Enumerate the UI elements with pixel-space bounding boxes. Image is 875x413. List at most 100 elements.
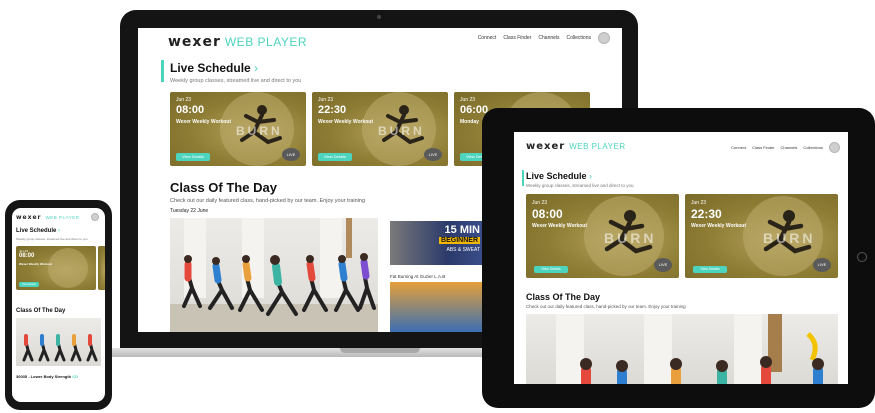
thumb-duration: 15 MIN: [444, 224, 480, 236]
brand-name: wexer: [168, 34, 221, 50]
card-art-text: BURN: [763, 230, 816, 246]
card-art: [48, 248, 88, 288]
card-class-name: Wexer Weekly Workout: [176, 119, 232, 125]
class-of-day-subtitle: Check out our daily featured class, hand…: [526, 304, 686, 309]
thumb-caption: Fat Burning At Guzier L.A.B: [390, 274, 446, 279]
phone-screen: wexer WEB PLAYER Live Schedule › Weekly …: [12, 208, 105, 402]
view-details-button[interactable]: View Details: [534, 266, 568, 273]
nav-channels[interactable]: Channels: [781, 145, 798, 150]
card-time: 22:30: [691, 207, 722, 221]
app-logo[interactable]: wexer WEB PLAYER: [526, 141, 626, 152]
nav-connect[interactable]: Connect: [478, 35, 497, 41]
card-date: Jun 23: [691, 200, 707, 206]
live-schedule-title-text: Live Schedule: [170, 61, 251, 75]
app-logo[interactable]: wexer WEB PLAYER: [16, 214, 79, 221]
featured-class-video[interactable]: [526, 314, 838, 384]
web-player-app: wexer WEB PLAYER Connect Class Finder Ch…: [514, 132, 848, 384]
live-schedule-title[interactable]: Live Schedule ›: [170, 61, 258, 75]
card-time: 08:00: [19, 253, 35, 259]
class-of-day-title[interactable]: Class Of The Day: [526, 292, 600, 302]
live-class-card[interactable]: BURN Jun 23 22:30 Wexer Weekly Workout V…: [685, 194, 838, 278]
class-thumbnail[interactable]: 15 MIN BEGINNER ABS & SWEAT: [390, 221, 486, 265]
view-details-button[interactable]: View Details: [318, 153, 352, 161]
web-player-app: wexer WEB PLAYER Live Schedule › Weekly …: [12, 208, 105, 402]
chevron-right-icon: ›: [58, 228, 61, 234]
live-schedule-subtitle: Weekly group classes, streamed live and …: [526, 183, 634, 188]
card-date: Jun 23: [176, 97, 192, 103]
class-of-day-subtitle: Check out our daily featured class, hand…: [170, 198, 366, 204]
class-of-day-date: Tuesday 22 June: [170, 208, 209, 214]
thumb-level: BEGINNER: [439, 237, 480, 244]
live-schedule-subtitle: Weekly group classes, streamed live and …: [16, 237, 88, 241]
nav-class-finder[interactable]: Class Finder: [752, 145, 774, 150]
card-class-name: Monday: [460, 119, 479, 125]
class-participants: [580, 314, 824, 384]
live-class-card[interactable]: [98, 246, 105, 290]
product-name: WEB PLAYER: [224, 35, 307, 49]
section-accent: [161, 60, 164, 82]
live-class-card[interactable]: BURN Jun 23 08:00 Wexer Weekly Workout V…: [170, 92, 306, 166]
laptop-notch: [340, 348, 420, 353]
nav-channels[interactable]: Channels: [538, 35, 559, 41]
class-participants: [182, 218, 376, 316]
class-of-day-title[interactable]: Class Of The Day: [170, 180, 277, 195]
live-schedule-title[interactable]: Live Schedule ›: [16, 228, 60, 234]
class-of-day-title[interactable]: Class Of The Day: [16, 308, 65, 314]
card-date: Jun 23: [532, 200, 548, 206]
card-art-text: BURN: [604, 230, 657, 246]
live-badge-icon: LIVE: [813, 258, 831, 272]
view-details-button[interactable]: View Details: [176, 153, 210, 161]
chevron-right-icon: ›: [254, 61, 259, 75]
tablet-screen: wexer WEB PLAYER Connect Class Finder Ch…: [514, 132, 848, 384]
live-badge-icon: LIVE: [424, 148, 442, 161]
product-name: WEB PLAYER: [569, 142, 626, 151]
live-class-card[interactable]: Jun 23 08:00 Wexer Weekly Workout View D…: [16, 246, 96, 290]
user-avatar-icon[interactable]: [91, 213, 99, 221]
live-badge-icon: LIVE: [654, 258, 672, 272]
live-schedule-subtitle: Weekly group classes, streamed live and …: [170, 78, 302, 84]
brand-name: wexer: [526, 141, 566, 152]
section-accent: [522, 170, 524, 186]
live-schedule-title-text: Live Schedule: [526, 171, 587, 181]
thumb-subtitle: ABS & SWEAT: [446, 247, 480, 253]
home-button-icon[interactable]: [857, 252, 867, 262]
live-schedule-title-text: Live Schedule: [16, 228, 57, 234]
card-time: 08:00: [532, 207, 563, 221]
view-details-button[interactable]: View Details: [693, 266, 727, 273]
card-art-text: BURN: [378, 124, 425, 138]
live-class-card[interactable]: BURN Jun 23 08:00 Wexer Weekly Workout V…: [526, 194, 679, 278]
class-participants: [22, 334, 98, 362]
card-art-text: BURN: [236, 124, 283, 138]
card-time: 22:30: [318, 104, 347, 116]
live-class-card[interactable]: BURN Jun 23 22:30 Wexer Weekly Workout V…: [312, 92, 448, 166]
top-nav: Connect Class Finder Channels Collection…: [478, 32, 610, 44]
nav-collections[interactable]: Collections: [803, 145, 823, 150]
card-date: Jun 23: [318, 97, 334, 103]
card-class-name: Wexer Weekly Workout: [318, 119, 374, 125]
webcam-icon: [377, 15, 381, 19]
phone-class-title[interactable]: 30035 - Lower Body Strength CD: [16, 374, 98, 379]
product-name: WEB PLAYER: [45, 215, 80, 220]
card-time: 08:00: [176, 104, 205, 116]
card-class-name: Wexer Weekly Workout: [19, 262, 53, 266]
card-date: Jun 23: [460, 97, 476, 103]
phone-class-title-text: 30035 - Lower Body Strength: [16, 374, 72, 379]
user-avatar-icon[interactable]: [598, 32, 610, 44]
brand-name: wexer: [16, 214, 42, 221]
phone-class-badge: CD: [72, 374, 79, 379]
card-class-name: Wexer Weekly Workout: [691, 223, 747, 229]
featured-class-video[interactable]: [170, 218, 378, 332]
nav-connect[interactable]: Connect: [731, 145, 746, 150]
live-schedule-title[interactable]: Live Schedule ›: [526, 171, 592, 181]
top-nav: Connect Class Finder Channels Collection…: [731, 142, 840, 153]
featured-class-video[interactable]: [16, 318, 101, 366]
chevron-right-icon: ›: [589, 171, 593, 181]
live-badge-icon: LIVE: [282, 148, 300, 161]
user-avatar-icon[interactable]: [829, 142, 840, 153]
view-details-button[interactable]: View Details: [19, 282, 39, 287]
class-thumbnail[interactable]: [390, 282, 486, 332]
nav-collections[interactable]: Collections: [567, 35, 591, 41]
card-class-name: Wexer Weekly Workout: [532, 223, 588, 229]
app-logo[interactable]: wexer WEB PLAYER: [168, 34, 307, 50]
nav-class-finder[interactable]: Class Finder: [503, 35, 531, 41]
